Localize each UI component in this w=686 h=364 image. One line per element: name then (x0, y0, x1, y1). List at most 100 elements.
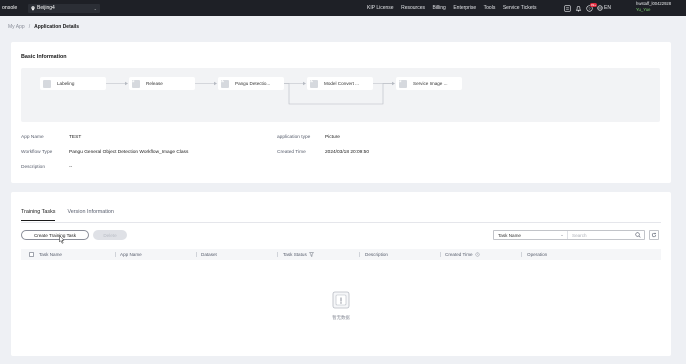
tab-version-information[interactable]: Version Information (67, 209, 113, 221)
col-operation: Operation (527, 249, 547, 260)
node-label: Labeling (57, 81, 75, 86)
empty-text: 暂无数据 (332, 315, 350, 320)
tab-bar: Training Tasks Version Information (21, 209, 114, 221)
empty-box-icon (332, 291, 350, 309)
search-filter: Task Name ⌄ Search (493, 230, 645, 240)
service-icon (396, 77, 407, 88)
workflow-diagram: Labeling Release Pangu Detectio... Model… (21, 68, 660, 122)
col-created-time: Created Time (445, 249, 480, 260)
region-selector[interactable]: Beijing4 ⌄ (28, 3, 100, 13)
col-separator (359, 252, 360, 257)
section-title: Basic Information (21, 54, 67, 60)
notification-badge: 99+ (589, 2, 597, 7)
field-value: Pangu General Object Detection Workflow_… (69, 150, 189, 155)
bell-icon[interactable] (575, 5, 582, 12)
document-icon[interactable] (564, 4, 571, 12)
col-description: Description (365, 249, 388, 260)
field-label: Workflow Type (21, 150, 53, 155)
filter-icon[interactable] (308, 252, 314, 257)
nav-billing[interactable]: Billing (433, 5, 446, 11)
col-label: Operation (527, 252, 548, 257)
language-switcher[interactable]: EN (597, 5, 611, 11)
col-label: Created Time (445, 252, 473, 257)
user-name: hwstaff_l00422928 (636, 1, 672, 6)
console-brand[interactable]: onsole (0, 5, 28, 11)
col-label: App Name (120, 252, 142, 257)
create-training-task-button[interactable]: Create Training Task (21, 230, 89, 240)
workflow-node-model-convert[interactable]: Model Convert ... (307, 77, 373, 90)
svg-text:?: ? (588, 6, 590, 10)
breadcrumb-current: Application Details (34, 24, 80, 30)
workflow-node-pangu-detection[interactable]: Pangu Detectio... (218, 77, 284, 90)
language-label: EN (604, 5, 611, 11)
node-label: Pangu Detectio... (235, 81, 271, 86)
nav-tools[interactable]: Tools (484, 5, 496, 11)
field-label: Description (21, 165, 45, 170)
empty-state: 暂无数据 (329, 289, 353, 321)
search-placeholder: Search (572, 232, 587, 238)
chevron-down-icon: ⌄ (560, 232, 564, 237)
node-label: Model Convert ... (324, 81, 359, 86)
user-subaccount: Yu_Yue (636, 6, 651, 12)
col-label: Task Status (283, 252, 307, 257)
checkbox[interactable] (29, 252, 34, 257)
tab-training-tasks[interactable]: Training Tasks (21, 209, 56, 221)
help-icon[interactable]: ? 99+ (586, 2, 597, 12)
workflow-node-release[interactable]: Release (129, 77, 195, 90)
top-nav-links: KIP License Resources Billing Enterprise… (367, 0, 536, 16)
breadcrumb: My App / Application Details (8, 24, 79, 30)
field-value: 2024/03/18 20:09:50 (325, 150, 370, 155)
globe-icon (597, 5, 603, 11)
nav-kip-license[interactable]: KIP License (367, 5, 394, 11)
col-task-status: Task Status (283, 249, 314, 260)
top-icons: ? 99+ EN (564, 0, 611, 16)
field-label: Created Time (277, 150, 306, 155)
table-header: Task Name App Name Dataset Task Status D… (21, 249, 661, 260)
nav-enterprise[interactable]: Enterprise (453, 5, 476, 11)
col-separator (440, 252, 441, 257)
release-icon (129, 77, 140, 88)
field-value: TEST (69, 135, 82, 140)
search-input[interactable]: Search (568, 232, 644, 238)
delete-button[interactable]: Delete (93, 230, 127, 240)
select-all-checkbox[interactable] (29, 249, 34, 260)
col-app-name: App Name (120, 249, 142, 260)
col-task-name: Task Name (39, 249, 62, 260)
filter-field-select[interactable]: Task Name ⌄ (494, 231, 568, 239)
nav-resources[interactable]: Resources (401, 5, 425, 11)
sort-icon[interactable] (475, 252, 480, 257)
filter-field-value: Task Name (498, 232, 521, 238)
breadcrumb-separator: / (28, 24, 31, 30)
col-label: Dataset (201, 252, 217, 257)
labeling-icon (40, 77, 51, 88)
node-label: Release (146, 81, 163, 86)
training-icon (218, 77, 229, 88)
workflow-node-service-image[interactable]: Service Image ... (396, 77, 462, 90)
field-value: -- (69, 165, 73, 170)
nav-service-tickets[interactable]: Service Tickets (503, 5, 537, 11)
training-tasks-card: Training Tasks Version Information Creat… (11, 192, 671, 356)
col-dataset: Dataset (201, 249, 217, 260)
col-separator (115, 252, 116, 257)
workflow-node-labeling[interactable]: Labeling (40, 77, 106, 90)
basic-info-card: Basic Information Labeling Release Pangu… (11, 42, 671, 183)
refresh-button[interactable] (649, 230, 659, 240)
field-value: Picture (325, 135, 340, 140)
search-icon[interactable] (635, 232, 641, 238)
col-separator (196, 252, 197, 257)
col-separator (521, 252, 522, 257)
col-separator (277, 252, 278, 257)
region-label: Beijing4 (37, 5, 55, 11)
breadcrumb-my-app[interactable]: My App (8, 24, 25, 30)
mouse-cursor-icon (59, 235, 65, 244)
tab-divider (21, 222, 661, 223)
user-menu[interactable]: hwstaff_l00422928 Yu_Yue (636, 1, 671, 12)
node-label: Service Image ... (413, 81, 448, 86)
field-label: application type (277, 135, 311, 140)
col-label: Task Name (39, 252, 62, 257)
field-label: App Name (21, 135, 44, 140)
chevron-down-icon: ⌄ (93, 5, 97, 11)
col-label: Description (365, 252, 388, 257)
convert-icon (307, 77, 318, 88)
refresh-icon (651, 232, 657, 238)
